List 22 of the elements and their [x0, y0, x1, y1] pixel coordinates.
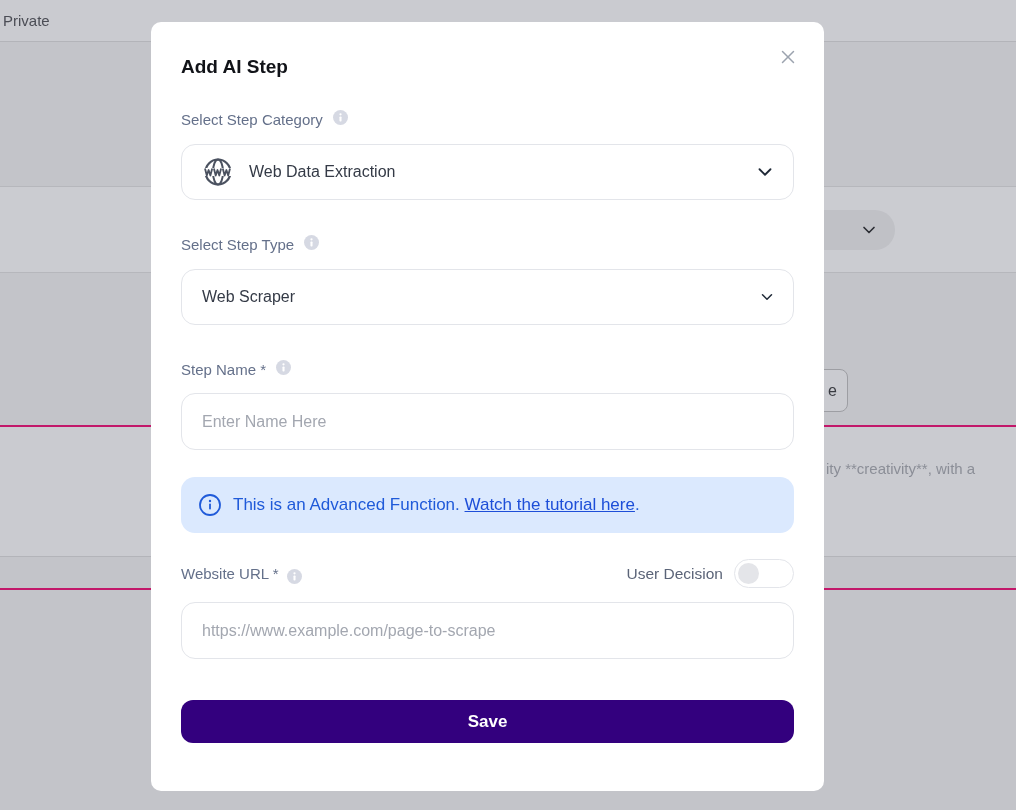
info-icon	[286, 569, 302, 584]
text-snippet: ity **creativity**, with a	[826, 460, 976, 477]
field-label: Select Step Type	[181, 235, 295, 253]
url-input[interactable]: https://www.example.com/page-to-scrape	[181, 602, 794, 659]
dialog-title: Add AI Step	[181, 55, 288, 79]
field-label: Step Name *	[181, 360, 267, 378]
toggle-label: User Decision	[626, 564, 723, 583]
field-label: Select Step Category	[181, 110, 323, 128]
tutorial-link[interactable]: Watch the tutorial here	[464, 495, 635, 514]
category-select[interactable]: Web Data Extraction	[181, 144, 794, 200]
toggle-switch[interactable]	[734, 559, 794, 588]
globe-icon	[204, 158, 232, 186]
info-icon	[304, 234, 320, 250]
name-input[interactable]: Enter Name Here	[181, 393, 794, 450]
info-icon	[276, 359, 292, 375]
info-icon	[199, 494, 221, 516]
header-label: Private	[3, 12, 50, 29]
save-button[interactable]: Save	[181, 700, 794, 743]
notice-text: This is an Advanced Function. Watch the tutorial here.	[233, 495, 640, 515]
info-icon	[332, 109, 348, 125]
type-select[interactable]: Web Scraper	[181, 269, 794, 325]
field-label: Website URL *	[181, 565, 279, 582]
